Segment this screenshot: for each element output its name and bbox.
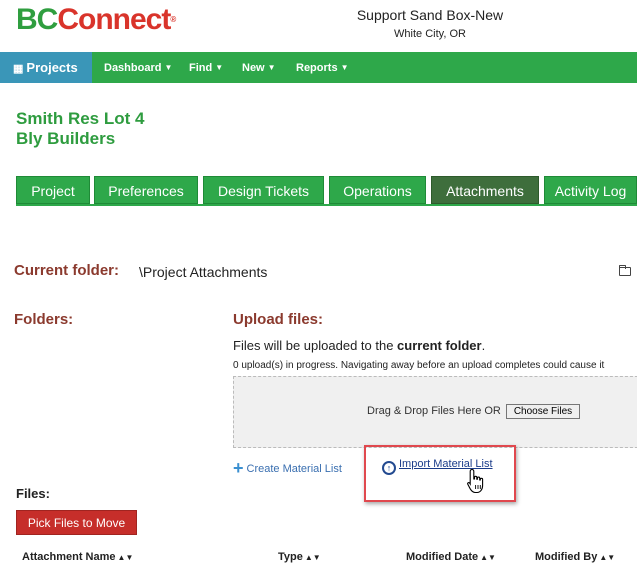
- create-material-list-link[interactable]: + Create Material List: [233, 458, 342, 479]
- upload-description: Files will be uploaded to the current fo…: [233, 338, 486, 353]
- pick-files-to-move-button[interactable]: Pick Files to Move: [16, 510, 137, 535]
- folders-label: Folders:: [14, 311, 74, 328]
- drop-zone-text: Drag & Drop Files Here OR: [367, 405, 501, 417]
- folder-icon[interactable]: [619, 265, 631, 276]
- nav-find[interactable]: Find ▼: [189, 52, 223, 83]
- sort-icon: ▲▼: [117, 553, 134, 562]
- nav-dashboard[interactable]: Dashboard ▼: [104, 52, 172, 83]
- chevron-down-icon: ▼: [164, 63, 173, 72]
- organization-location: White City, OR: [394, 28, 466, 40]
- builder-name: Bly Builders: [16, 129, 116, 148]
- tab-activity-log[interactable]: Activity Log: [544, 176, 637, 204]
- chevron-down-icon: ▼: [340, 63, 349, 72]
- tab-project[interactable]: Project: [16, 176, 90, 204]
- column-header-attachment-name[interactable]: Attachment Name ▲▼: [22, 551, 133, 563]
- tab-design-tickets[interactable]: Design Tickets: [203, 176, 324, 204]
- column-header-modified-by[interactable]: Modified By ▲▼: [535, 551, 615, 563]
- tab-preferences[interactable]: Preferences: [94, 176, 198, 204]
- choose-files-button[interactable]: Choose Files: [506, 404, 580, 419]
- chevron-down-icon: ▼: [215, 63, 224, 72]
- upload-files-heading: Upload files:: [233, 311, 324, 328]
- bcconnect-logo[interactable]: BCConnect®: [16, 2, 176, 38]
- files-label: Files:: [16, 486, 50, 501]
- project-name: Smith Res Lot 4: [16, 109, 145, 128]
- highlight-box: [364, 445, 516, 502]
- grid-icon: ▦: [13, 63, 24, 75]
- column-header-type[interactable]: Type ▲▼: [278, 551, 321, 563]
- column-header-modified-date[interactable]: Modified Date ▲▼: [406, 551, 496, 563]
- current-folder-path: \Project Attachments: [139, 264, 268, 280]
- organization-name: Support Sand Box-New: [356, 7, 504, 23]
- plus-icon: +: [233, 458, 244, 478]
- nav-projects[interactable]: ▦ Projects: [0, 52, 92, 83]
- tab-underline: [16, 204, 637, 206]
- nav-new[interactable]: New ▼: [242, 52, 276, 83]
- upload-progress-text: 0 upload(s) in progress. Navigating away…: [233, 360, 605, 371]
- sort-icon: ▲▼: [480, 553, 496, 562]
- tab-operations[interactable]: Operations: [329, 176, 426, 204]
- current-folder-label: Current folder:: [14, 262, 119, 279]
- sort-icon: ▲▼: [599, 553, 616, 562]
- hand-cursor-icon: [466, 468, 486, 499]
- tab-attachments[interactable]: Attachments: [431, 176, 539, 204]
- nav-reports[interactable]: Reports ▼: [296, 52, 348, 83]
- chevron-down-icon: ▼: [267, 63, 276, 72]
- sort-icon: ▲▼: [304, 553, 321, 562]
